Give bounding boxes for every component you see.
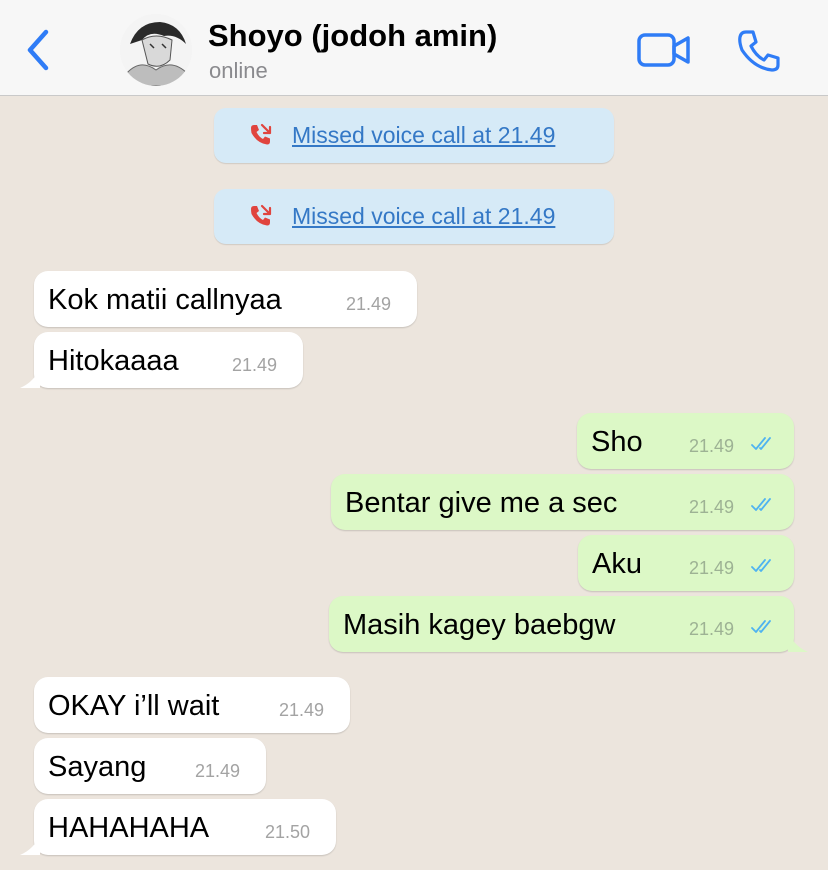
missed-call-notice[interactable]: Missed voice call at 21.49 [214, 189, 614, 244]
message-text: Sho [591, 426, 643, 458]
message-text: OKAY i’ll wait [48, 690, 220, 722]
message-time: 21.49 [689, 558, 735, 578]
voice-call-button[interactable] [736, 28, 782, 74]
video-call-button[interactable] [636, 30, 692, 70]
outgoing-message[interactable]: Sho 21.49 [577, 413, 794, 469]
outgoing-message[interactable]: Bentar give me a sec 21.49 [331, 474, 794, 530]
chat-header: Shoyo (jodoh amin) online [0, 0, 828, 96]
message-time: 21.49 [689, 619, 735, 639]
read-ticks-icon [751, 437, 771, 450]
message-time: 21.49 [279, 700, 325, 720]
message-text: Hitokaaaa [48, 345, 179, 377]
bubble-tail [20, 368, 40, 388]
missed-call-text[interactable]: Missed voice call at 21.49 [292, 122, 555, 149]
contact-avatar[interactable] [120, 14, 192, 86]
incoming-message[interactable]: Sayang 21.49 [34, 738, 266, 794]
incoming-message[interactable]: Hitokaaaa 21.49 [20, 332, 303, 388]
incoming-message[interactable]: OKAY i’ll wait 21.49 [34, 677, 350, 733]
message-text: Masih kagey baebgw [343, 609, 616, 641]
message-text: Sayang [48, 751, 147, 783]
chevron-left-icon [27, 29, 49, 71]
message-time: 21.49 [689, 497, 735, 517]
read-ticks-icon [751, 498, 771, 511]
missed-call-icon [251, 204, 272, 226]
message-time: 21.49 [346, 294, 392, 314]
bubble-tail [788, 632, 808, 652]
read-ticks-icon [751, 620, 771, 633]
message-text: HAHAHAHA [48, 812, 210, 844]
missed-call-icon [251, 123, 272, 145]
missed-call-notice[interactable]: Missed voice call at 21.49 [214, 108, 614, 163]
message-time: 21.49 [195, 761, 241, 781]
outgoing-message[interactable]: Aku 21.49 [578, 535, 794, 591]
phone-icon [738, 30, 780, 72]
incoming-message[interactable]: HAHAHAHA 21.50 [20, 799, 336, 855]
message-text: Bentar give me a sec [345, 487, 618, 519]
contact-status: online [209, 58, 268, 83]
message-time: 21.50 [265, 822, 311, 842]
incoming-message[interactable]: Kok matii callnyaa 21.49 [34, 271, 417, 327]
message-text: Aku [592, 548, 642, 580]
read-ticks-icon [751, 559, 771, 572]
back-button[interactable] [20, 26, 60, 74]
missed-call-text[interactable]: Missed voice call at 21.49 [292, 203, 555, 230]
avatar-image [120, 14, 192, 86]
contact-name[interactable]: Shoyo (jodoh amin) [208, 18, 497, 54]
message-time: 21.49 [232, 355, 278, 375]
outgoing-message[interactable]: Masih kagey baebgw 21.49 [329, 596, 808, 652]
bubble-tail [20, 835, 40, 855]
message-time: 21.49 [689, 436, 735, 456]
message-text: Kok matii callnyaa [48, 284, 282, 316]
video-camera-icon [637, 33, 690, 67]
